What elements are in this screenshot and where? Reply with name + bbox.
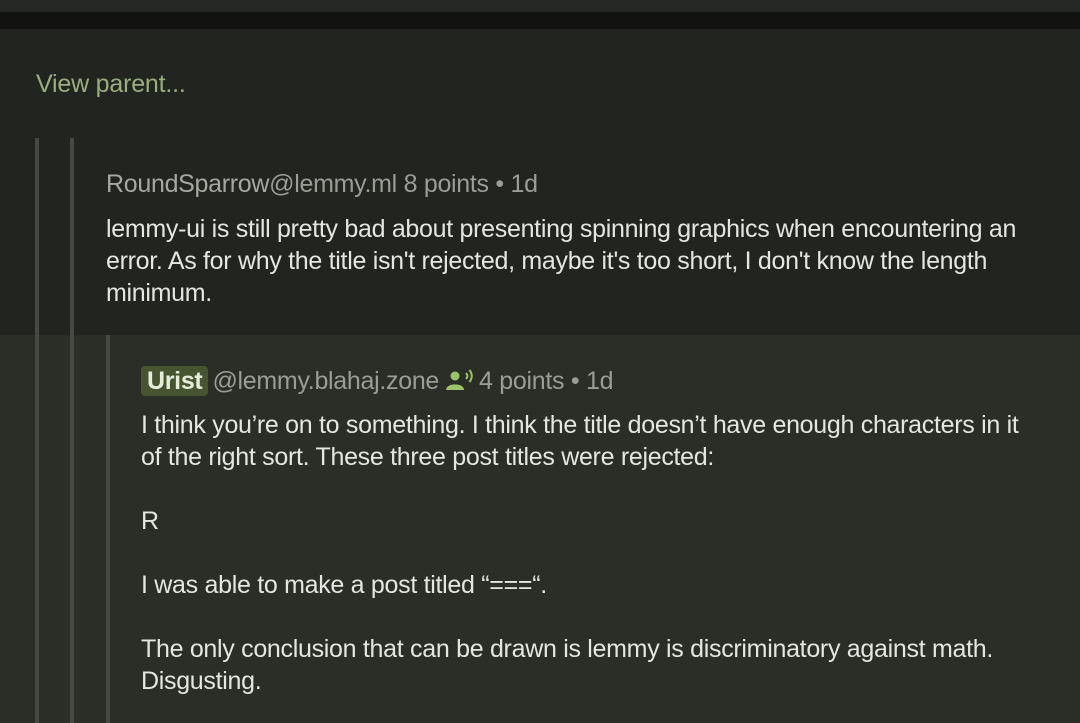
reply-paragraph: I was able to make a post titled “===“. <box>141 571 547 599</box>
thread-line-level-3[interactable] <box>106 335 110 723</box>
reply-meta: Urist @lemmy.blahaj.zone 4 points • 1d <box>141 366 613 396</box>
meta-separator: • <box>495 170 504 198</box>
top-bar-shadow <box>0 12 1080 29</box>
person-speaking-icon <box>446 369 473 390</box>
reply-points: 4 points <box>479 367 565 395</box>
reply-body: I think you’re on to something. I think … <box>141 409 1041 697</box>
comment-points: 8 points <box>403 170 489 198</box>
reply-paragraph: The only conclusion that can be drawn is… <box>141 635 993 695</box>
comment-author-instance[interactable]: @lemmy.ml <box>269 170 397 198</box>
op-username-badge[interactable]: Urist <box>141 366 209 396</box>
view-parent-link[interactable]: View parent... <box>36 70 186 99</box>
thread-line-level-2[interactable] <box>70 138 74 723</box>
comment-body: lemmy-ui is still pretty bad about prese… <box>106 213 1061 309</box>
comment-text: lemmy-ui is still pretty bad about prese… <box>106 215 1017 307</box>
comment-age[interactable]: 1d <box>511 170 539 198</box>
reply-author-instance[interactable]: @lemmy.blahaj.zone <box>212 367 439 395</box>
reply-age[interactable]: 1d <box>586 367 614 395</box>
reply-paragraph: R <box>141 507 159 535</box>
reply-paragraph: I think you’re on to something. I think … <box>141 411 1019 471</box>
thread-line-level-1[interactable] <box>35 138 39 723</box>
top-bar <box>0 0 1080 12</box>
comment-author-name[interactable]: RoundSparrow <box>106 170 269 198</box>
meta-separator: • <box>570 367 580 395</box>
comment-meta: RoundSparrow@lemmy.ml 8 points • 1d <box>106 170 538 199</box>
